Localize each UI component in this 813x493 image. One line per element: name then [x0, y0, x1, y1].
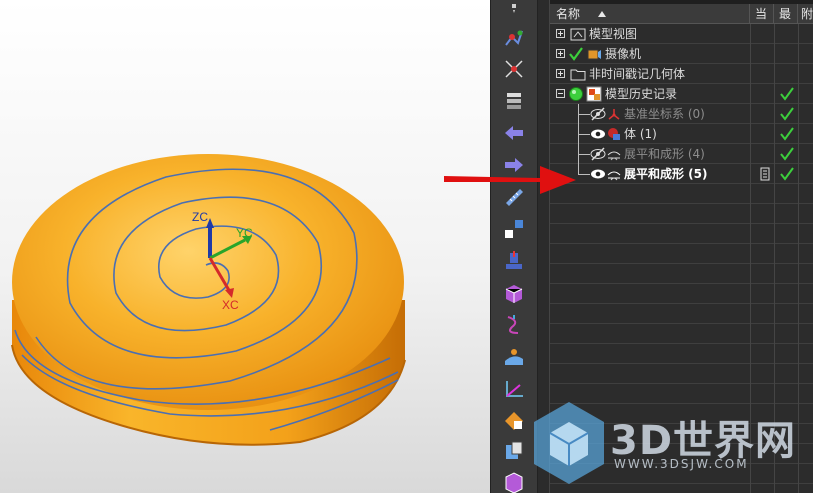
navigator-header: 名称 当 最 附 [550, 4, 813, 24]
toolbar-more-icon[interactable] [501, 2, 527, 16]
active-status-icon [568, 86, 584, 102]
column-current-label: 当 [755, 7, 768, 21]
back-arrow-icon[interactable] [501, 120, 527, 146]
visible-eye-icon[interactable] [590, 166, 606, 182]
visible-check-icon[interactable] [568, 46, 584, 62]
layers-icon[interactable] [501, 88, 527, 114]
assembly-icon[interactable] [501, 24, 527, 50]
model-top-surface [12, 154, 404, 410]
latest-check-icon [779, 106, 795, 122]
graphics-viewport[interactable]: ZC YC XC [0, 0, 490, 493]
body-feature-icon [606, 126, 622, 142]
curve-icon[interactable] [501, 312, 527, 338]
tree-item-label: 展平和成形 (5) [624, 167, 708, 181]
red-arrow-annotation [444, 166, 576, 194]
flatten-form-icon [606, 146, 622, 162]
model-views-icon [570, 26, 586, 42]
tree-item-model-views[interactable]: 模型视图 [550, 24, 813, 44]
surface-icon[interactable] [501, 344, 527, 370]
latest-check-icon [779, 166, 795, 182]
axis-label-y: YC [236, 226, 253, 240]
watermark-logo-icon [534, 402, 604, 484]
flatten-form-icon [606, 166, 622, 182]
datum-csys-icon [606, 106, 622, 122]
axis-label-z: ZC [192, 210, 208, 224]
sheet-body-icon[interactable] [501, 280, 527, 306]
column-attached-label: 附 [801, 7, 813, 21]
tree-item-flatten-form-5[interactable]: 展平和成形 (5) [550, 164, 813, 184]
latest-check-icon [779, 86, 795, 102]
latest-check-icon [779, 146, 795, 162]
expand-icon[interactable] [556, 49, 565, 58]
expand-icon[interactable] [556, 69, 565, 78]
tree-item-label: 基准坐标系 (0) [624, 107, 705, 121]
model-render: ZC YC XC [11, 154, 406, 446]
tree-item-label: 模型历史记录 [605, 87, 678, 101]
camera-icon [586, 46, 602, 62]
tree-item-datum-csys[interactable]: 基准坐标系 (0) [550, 104, 813, 124]
collapse-icon[interactable] [556, 89, 565, 98]
column-header-attached[interactable]: 附 [798, 4, 813, 24]
tree-item-unused-items[interactable]: 非时间戳记几何体 [550, 64, 813, 84]
tree-item-flatten-form-4[interactable]: 展平和成形 (4) [550, 144, 813, 164]
tree-item-label: 摄像机 [605, 47, 642, 61]
tree-item-model-history[interactable]: 模型历史记录 [550, 84, 813, 104]
column-name-label: 名称 [556, 7, 581, 21]
material-icon[interactable] [501, 408, 527, 434]
column-header-current[interactable]: 当 [750, 4, 774, 24]
column-header-latest[interactable]: 最 [774, 4, 798, 24]
watermark: 3D世界网 WWW.3DSJW.COM [528, 396, 813, 493]
folder-icon [570, 66, 586, 82]
part-icon[interactable] [501, 438, 527, 464]
expand-icon[interactable] [556, 29, 565, 38]
visible-eye-icon[interactable] [590, 126, 606, 142]
view-cube-icon[interactable] [501, 468, 527, 493]
tree-item-cameras[interactable]: 摄像机 [550, 44, 813, 64]
tree-item-body[interactable]: 体 (1) [550, 124, 813, 144]
tree-item-label: 展平和成形 (4) [624, 147, 705, 161]
attached-reference-icon [757, 166, 773, 182]
wcs-icon[interactable] [501, 56, 527, 82]
column-latest-label: 最 [779, 7, 792, 21]
latest-check-icon [779, 126, 795, 142]
hidden-eye-icon[interactable] [590, 146, 606, 162]
column-header-name[interactable]: 名称 [550, 4, 750, 24]
snap-icon[interactable] [501, 216, 527, 242]
tree-item-label: 非时间戳记几何体 [589, 67, 686, 81]
tree-item-label: 模型视图 [589, 27, 638, 41]
sort-ascending-icon [598, 11, 606, 17]
watermark-url: WWW.3DSJW.COM [614, 457, 749, 471]
tree-item-label: 体 (1) [624, 127, 657, 141]
axis-label-x: XC [222, 298, 239, 312]
axis-icon[interactable] [501, 376, 527, 402]
hidden-eye-icon[interactable] [590, 106, 606, 122]
history-icon [586, 86, 602, 102]
datum-icon[interactable] [501, 248, 527, 274]
